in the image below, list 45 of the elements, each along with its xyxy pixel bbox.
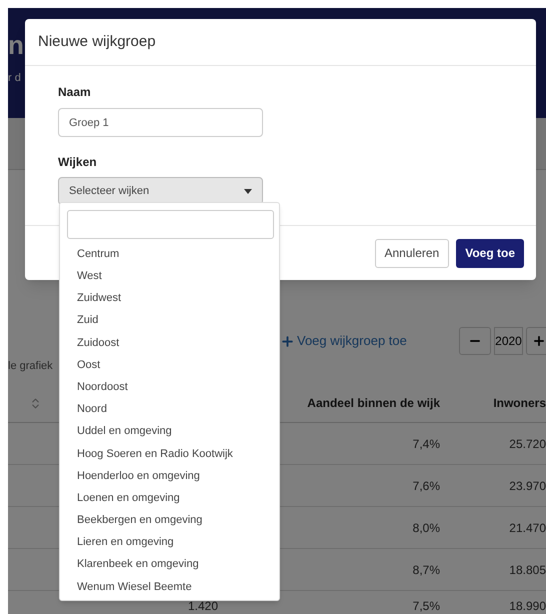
table-cell-text: 25.720 [508,436,546,452]
field-label: Naam [58,84,92,101]
add-button[interactable]: Voeg toe [456,238,524,268]
dropdown-option[interactable]: Lieren en omgeving [67,531,272,554]
table-cell: 1.420 [188,601,218,612]
increment-button[interactable] [526,327,546,355]
chart-label: le grafiek [8,359,53,374]
table-cell-text: 21.470 [508,520,546,536]
plus-icon [280,334,295,348]
dropdown-option[interactable]: Beekbergen en omgeving [67,509,272,532]
dropdown-option[interactable]: Oost [67,354,272,376]
table-cell-text: 8,7% [412,562,440,578]
year-field[interactable]: 2020 [494,327,523,355]
table-cell-text: 7,6% [412,478,440,494]
table-cell-text: 18.805 [508,562,546,578]
cancel-button[interactable]: Annuleren [374,238,450,268]
dropdown-option[interactable]: Hoog Soeren en Radio Kootwijk [67,442,272,465]
field-label: Wijken [58,154,98,171]
table-cell-text: 18.990 [508,601,546,612]
search-field[interactable] [67,210,274,239]
dropdown-option[interactable]: Noordoost [67,376,272,398]
dropdown-option[interactable]: Zuid [67,310,272,332]
dropdown-option[interactable]: Uddel en omgeving [67,420,272,443]
plus-icon [532,334,546,348]
dropdown-option[interactable]: Centrum [67,243,272,266]
name-field[interactable]: Groep 1 [58,108,263,137]
dropdown-option[interactable]: Zuidwest [67,287,272,310]
table-cell-text: 7,4% [412,436,440,452]
table-cell-text: 8,0% [412,520,440,536]
table-cell-text: 7,5% [412,601,440,612]
dropdown-option[interactable]: Klarenbeek en omgeving [67,554,272,576]
dropdown-option[interactable]: West [67,265,272,288]
page-title: n [8,30,24,60]
dropdown-option[interactable]: Zuidoost [67,332,272,354]
column-header[interactable]: Aandeel binnen de wijk [280,394,440,412]
dropdown-option[interactable]: Wenum Wiesel Beemte [67,576,272,598]
column-header[interactable]: Inwoners [440,394,546,412]
table-cell-text: 23.970 [508,478,546,494]
caret-icon [244,188,252,194]
dropdown-option[interactable]: Hoenderloo en omgeving [67,464,272,488]
page-subtitle: r d [8,71,21,86]
decrement-button[interactable] [459,327,491,355]
dialog-title: Nieuwe wijkgroep [38,32,156,52]
dropdown-option[interactable]: Loenen en omgeving [67,487,272,510]
dropdown-option[interactable]: Noord [67,398,272,420]
